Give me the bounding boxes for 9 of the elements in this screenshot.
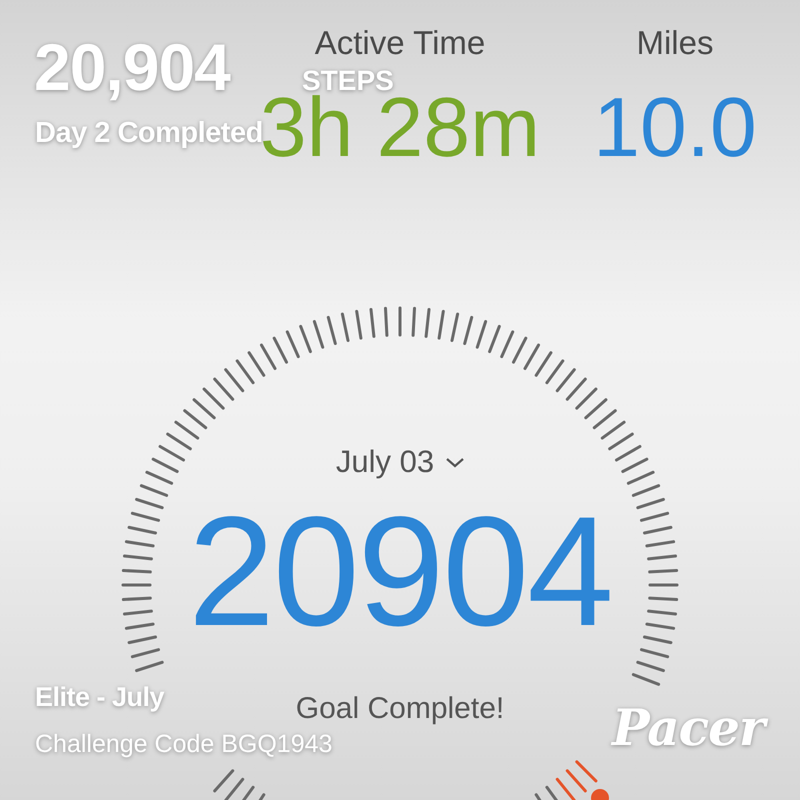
stat-value: 3h 28m [260, 85, 540, 170]
steps-total: 20,904 [34, 34, 230, 100]
stat-value: 10.0 [593, 85, 757, 170]
stat-label: Miles [636, 23, 714, 63]
goal-status: Goal Complete! [296, 690, 504, 727]
chevron-down-icon [446, 458, 464, 468]
step-count: 20904 [188, 494, 612, 650]
stat-label: Active Time [314, 23, 486, 63]
date-selector[interactable]: July 03 [336, 439, 464, 486]
